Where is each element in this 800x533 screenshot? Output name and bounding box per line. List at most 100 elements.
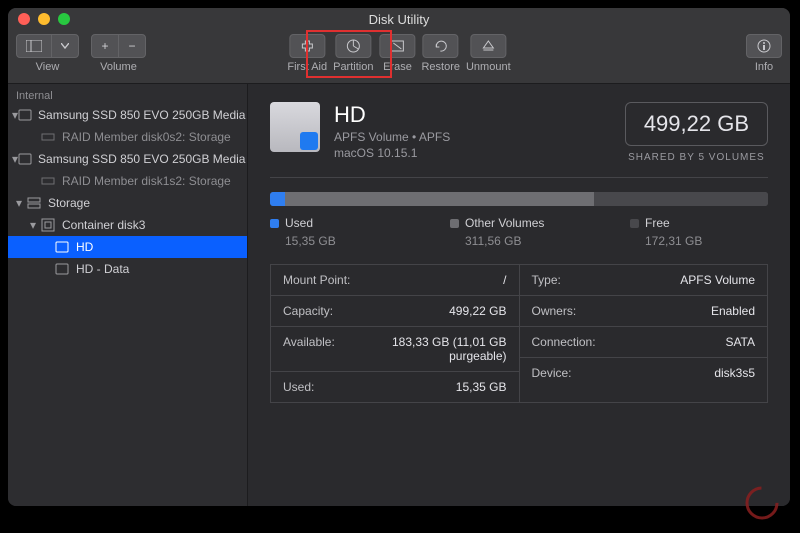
- info-key: Owners:: [532, 304, 577, 318]
- info-row: Device:disk3s5: [520, 358, 768, 388]
- raid-slice-icon: [40, 173, 56, 189]
- info-key: Device:: [532, 366, 572, 380]
- usage-seg-other: [285, 192, 594, 206]
- sidebar-item-label: Storage: [48, 196, 90, 210]
- legend-value: 15,35 GB: [270, 234, 390, 248]
- usage-seg-free: [594, 192, 768, 206]
- volume-subtitle: APFS Volume • APFS: [334, 130, 450, 144]
- info-button[interactable]: [746, 34, 782, 58]
- info-row: Used: 15,35 GB: [271, 372, 519, 402]
- volume-name: HD: [334, 102, 450, 128]
- first-aid-button[interactable]: [289, 34, 325, 58]
- info-row: Capacity: 499,22 GB: [271, 296, 519, 327]
- volume-icon: [54, 261, 70, 277]
- legend-value: 311,56 GB: [450, 234, 570, 248]
- info-row: Available:183,33 GB (11,01 GB purgeable): [271, 327, 519, 372]
- legend-other: Other Volumes 311,56 GB: [450, 216, 570, 248]
- close-icon[interactable]: [18, 13, 30, 25]
- legend-value: 172,31 GB: [630, 234, 750, 248]
- usage-seg-used: [270, 192, 285, 206]
- info-key: Capacity:: [283, 304, 333, 318]
- separator: [270, 177, 768, 178]
- legend-label: Used: [285, 216, 313, 230]
- legend-label: Free: [645, 216, 670, 230]
- info-key: Used:: [283, 380, 314, 394]
- sidebar-item-hd[interactable]: HD: [8, 236, 247, 258]
- view-sidebar-button[interactable]: [16, 34, 52, 58]
- sidebar-header: Internal: [8, 84, 247, 104]
- info-icon: [756, 38, 772, 54]
- view-label: View: [36, 61, 60, 73]
- sidebar: Internal ▾ Samsung SSD 850 EVO 250GB Med…: [8, 84, 248, 506]
- restore-label: Restore: [421, 61, 460, 73]
- sidebar-item-drive2-sub[interactable]: RAID Member disk1s2: Storage: [8, 170, 247, 192]
- erase-button[interactable]: [379, 34, 415, 58]
- toolbar-center: First Aid Partition Erase Restore: [287, 34, 510, 73]
- info-table: Mount Point:/ Capacity: 499,22 GB Available…: [270, 264, 768, 403]
- sidebar-item-drive1[interactable]: ▾ Samsung SSD 850 EVO 250GB Media: [8, 104, 247, 126]
- restore-button[interactable]: [423, 34, 459, 58]
- eject-icon: [480, 39, 496, 53]
- sidebar-item-label: Container disk3: [62, 218, 145, 232]
- sidebar-item-label: Samsung SSD 850 EVO 250GB Media: [38, 108, 245, 122]
- unmount-button[interactable]: [470, 34, 506, 58]
- volume-add-button[interactable]: +: [91, 34, 119, 58]
- info-row: Type: APFS Volume: [520, 265, 768, 296]
- disk-icon: [18, 107, 32, 123]
- volume-os: macOS 10.15.1: [334, 146, 450, 160]
- first-aid-icon: [299, 39, 315, 53]
- minus-icon: −: [128, 39, 135, 53]
- info-key: Mount Point:: [283, 273, 350, 287]
- sidebar-item-hd-data[interactable]: HD - Data: [8, 258, 247, 280]
- info-value: 15,35 GB: [456, 380, 507, 394]
- volume-large-icon: [270, 102, 320, 152]
- toolbar: View + − Volume First Aid Partition: [8, 30, 790, 84]
- info-value: SATA: [725, 335, 755, 349]
- info-value: Enabled: [711, 304, 755, 318]
- erase-icon: [389, 39, 405, 53]
- disclosure-icon[interactable]: ▾: [12, 196, 26, 210]
- shared-label: SHARED BY 5 VOLUMES: [625, 152, 768, 163]
- legend-free: Free 172,31 GB: [630, 216, 750, 248]
- sidebar-item-storage[interactable]: ▾ Storage: [8, 192, 247, 214]
- disk-icon: [18, 151, 32, 167]
- watermark-logo: [738, 479, 786, 527]
- info-value: APFS Volume: [680, 273, 755, 287]
- chevron-down-icon: [61, 43, 69, 49]
- volume-icon: [54, 239, 70, 255]
- volume-remove-button[interactable]: −: [118, 34, 146, 58]
- view-menu-button[interactable]: [51, 34, 79, 58]
- sidebar-item-drive2[interactable]: ▾ Samsung SSD 850 EVO 250GB Media: [8, 148, 247, 170]
- info-row: Connection:SATA: [520, 327, 768, 358]
- restore-icon: [433, 39, 449, 53]
- partition-button[interactable]: [335, 34, 371, 58]
- capacity-box: 499,22 GB: [625, 102, 768, 146]
- zoom-icon[interactable]: [58, 13, 70, 25]
- minimize-icon[interactable]: [38, 13, 50, 25]
- info-label: Info: [755, 61, 773, 73]
- unmount-label: Unmount: [466, 61, 511, 73]
- main-content: HD APFS Volume • APFS macOS 10.15.1 499,…: [248, 84, 790, 506]
- window-title: Disk Utility: [8, 12, 790, 27]
- disk-utility-window: Disk Utility View + − Volume: [8, 8, 790, 506]
- info-key: Type:: [532, 273, 561, 287]
- capacity-value: 499,22 GB: [644, 111, 749, 136]
- sidebar-icon: [26, 40, 42, 52]
- erase-label: Erase: [383, 61, 412, 73]
- sidebar-item-container[interactable]: ▾ Container disk3: [8, 214, 247, 236]
- info-value: 499,22 GB: [449, 304, 506, 318]
- sidebar-item-label: HD: [76, 240, 93, 254]
- container-icon: [40, 217, 56, 233]
- raid-icon: [26, 195, 42, 211]
- info-value: 183,33 GB (11,01 GB purgeable): [335, 335, 507, 363]
- partition-label: Partition: [333, 61, 373, 73]
- info-row: Mount Point:/: [271, 265, 519, 296]
- usage-bar: [270, 192, 768, 206]
- titlebar: Disk Utility: [8, 8, 790, 30]
- first-aid-label: First Aid: [287, 61, 327, 73]
- sidebar-item-label: RAID Member disk0s2: Storage: [62, 130, 231, 144]
- disclosure-icon[interactable]: ▾: [26, 218, 40, 232]
- sidebar-item-label: HD - Data: [76, 262, 129, 276]
- sidebar-item-drive1-sub[interactable]: RAID Member disk0s2: Storage: [8, 126, 247, 148]
- legend-used: Used 15,35 GB: [270, 216, 390, 248]
